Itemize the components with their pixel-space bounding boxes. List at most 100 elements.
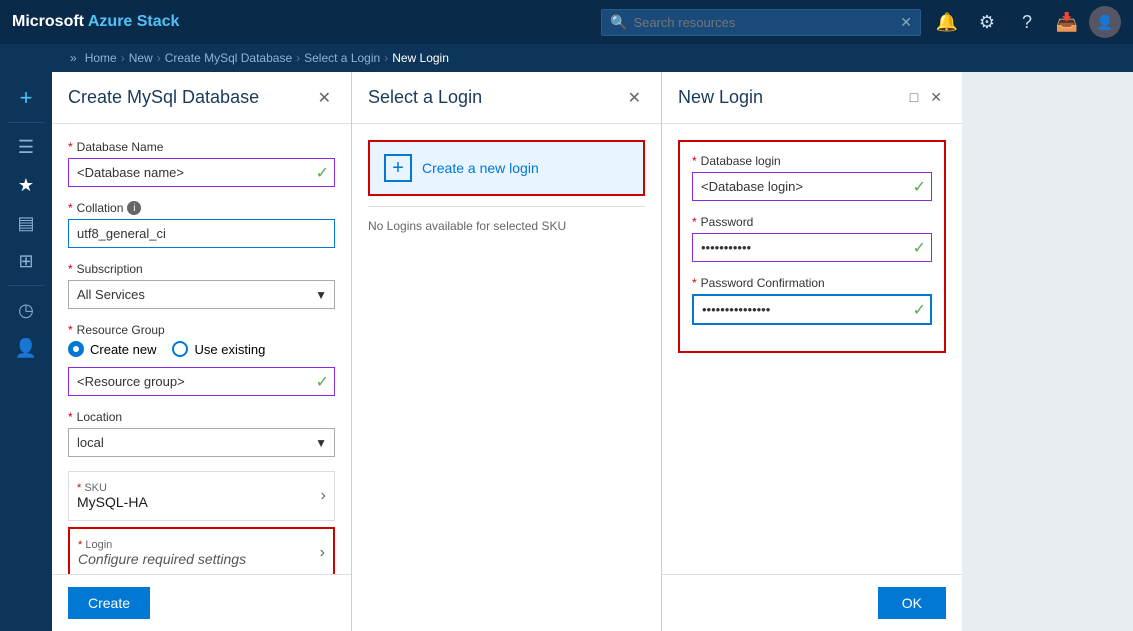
collation-info-icon[interactable]: i	[127, 201, 141, 215]
resource-group-radio-group: Create new Use existing	[68, 341, 335, 357]
sidebar-item-favorites[interactable]: ★	[8, 167, 44, 203]
location-select[interactable]: local	[68, 428, 335, 457]
create-button[interactable]: Create	[68, 587, 150, 619]
password-confirm-label: * Password Confirmation	[692, 276, 932, 290]
subscription-select[interactable]: All Services	[68, 280, 335, 309]
db-login-input[interactable]	[692, 172, 932, 201]
login-chevron-icon: ›	[320, 544, 325, 562]
subscription-group: * Subscription All Services ▼	[68, 262, 335, 309]
subscription-label: * Subscription	[68, 262, 335, 276]
feedback-icon[interactable]: 📥	[1049, 4, 1085, 40]
new-login-highlight-box: * Database login ✓ * Password	[678, 140, 946, 353]
resource-group-check-icon: ✓	[316, 372, 329, 392]
login-value: Configure required settings	[78, 551, 246, 567]
create-new-login-label: Create a new login	[422, 160, 539, 176]
password-group: * Password ✓	[692, 215, 932, 262]
panel-3-footer: OK	[662, 574, 962, 631]
sidebar-item-apps[interactable]: ⊞	[8, 243, 44, 279]
db-login-group: * Database login ✓	[692, 154, 932, 201]
database-name-group: * Database Name ✓	[68, 140, 335, 187]
password-confirm-input-wrapper: ✓	[692, 294, 932, 325]
collation-input-wrapper	[68, 219, 335, 248]
breadcrumb-create-mysql[interactable]: Create MySql Database	[165, 51, 292, 65]
panel-3-title: New Login	[678, 87, 763, 108]
search-input[interactable]	[633, 15, 900, 30]
password-confirm-check-icon: ✓	[913, 300, 926, 320]
sku-label: * SKU	[77, 482, 148, 494]
sidebar-item-menu[interactable]: ☰	[8, 129, 44, 165]
db-login-input-wrapper: ✓	[692, 172, 932, 201]
panel-1-body: * Database Name ✓ * Collation i	[52, 124, 351, 574]
panel-3-header-icons: □ ✕	[906, 87, 946, 108]
search-clear-icon[interactable]: ✕	[900, 14, 912, 31]
collation-input[interactable]	[68, 219, 335, 248]
sku-chevron-icon: ›	[321, 487, 326, 505]
panel-new-login: New Login □ ✕ * Database login	[662, 72, 962, 631]
sku-value: MySQL-HA	[77, 494, 148, 510]
breadcrumb-bar: » Home › New › Create MySql Database › S…	[0, 44, 1133, 72]
sidebar-item-user[interactable]: 👤	[8, 330, 44, 366]
search-box[interactable]: 🔍 ✕	[601, 9, 921, 36]
radio-use-existing[interactable]: Use existing	[172, 341, 265, 357]
database-name-input-wrapper: ✓	[68, 158, 335, 187]
panel-2-header: Select a Login ✕	[352, 72, 661, 124]
panel-3-maximize-icon[interactable]: □	[906, 87, 922, 108]
settings-icon[interactable]: ⚙	[969, 4, 1005, 40]
sidebar-divider-2	[8, 285, 44, 286]
password-check-icon: ✓	[913, 238, 926, 258]
resource-group-label: * Resource Group	[68, 323, 335, 337]
location-label: * Location	[68, 410, 335, 424]
ok-button[interactable]: OK	[878, 587, 946, 619]
panel-1-close-button[interactable]: ✕	[314, 84, 335, 112]
breadcrumb-new[interactable]: New	[129, 51, 153, 65]
panel-3-close-button[interactable]: ✕	[926, 87, 946, 108]
sidebar-add-button[interactable]: +	[8, 80, 44, 116]
login-label: * Login	[78, 539, 246, 551]
panel-2-title: Select a Login	[368, 87, 482, 108]
resource-group-input-wrapper: ✓	[68, 367, 335, 396]
password-confirm-input[interactable]	[692, 294, 932, 325]
subscription-select-wrapper: All Services ▼	[68, 280, 335, 309]
help-icon[interactable]: ?	[1009, 4, 1045, 40]
login-nav-item[interactable]: * Login Configure required settings ›	[68, 527, 335, 574]
radio-create-new-circle	[68, 341, 84, 357]
create-new-login-option[interactable]: + Create a new login	[368, 140, 645, 196]
sidebar-item-list[interactable]: ▤	[8, 205, 44, 241]
location-select-wrapper: local ▼	[68, 428, 335, 457]
panel-create-mysql: Create MySql Database ✕ * Database Name …	[52, 72, 352, 631]
database-name-input[interactable]	[68, 158, 335, 187]
panel-3-body: * Database login ✓ * Password	[662, 124, 962, 574]
password-input-wrapper: ✓	[692, 233, 932, 262]
database-name-label: * Database Name	[68, 140, 335, 154]
content-area: Create MySql Database ✕ * Database Name …	[52, 72, 1133, 631]
breadcrumb-select-login[interactable]: Select a Login	[304, 51, 380, 65]
search-icon: 🔍	[610, 14, 627, 31]
collation-group: * Collation i	[68, 201, 335, 248]
breadcrumb-expand[interactable]: »	[70, 51, 77, 65]
radio-create-new[interactable]: Create new	[68, 341, 156, 357]
db-login-check-icon: ✓	[913, 177, 926, 197]
panel-2-close-button[interactable]: ✕	[624, 84, 645, 112]
sidebar-item-clock[interactable]: ◷	[8, 292, 44, 328]
topbar: Microsoft Azure Stack 🔍 ✕ 🔔 ⚙ ? 📥 👤	[0, 0, 1133, 44]
breadcrumb-home[interactable]: Home	[85, 51, 117, 65]
no-logins-text: No Logins available for selected SKU	[368, 215, 645, 237]
sidebar: + ☰ ★ ▤ ⊞ ◷ 👤	[0, 72, 52, 631]
panel-3-header: New Login □ ✕	[662, 72, 962, 124]
panel-1-footer: Create	[52, 574, 351, 631]
plus-icon: +	[384, 154, 412, 182]
password-label: * Password	[692, 215, 932, 229]
sku-nav-item[interactable]: * SKU MySQL-HA ›	[68, 471, 335, 521]
panel-select-login: Select a Login ✕ + Create a new login No…	[352, 72, 662, 631]
avatar[interactable]: 👤	[1089, 6, 1121, 38]
panel-2-divider	[368, 206, 645, 207]
password-input[interactable]	[692, 233, 932, 262]
location-group: * Location local ▼	[68, 410, 335, 457]
notification-icon[interactable]: 🔔	[929, 4, 965, 40]
sidebar-divider-1	[8, 122, 44, 123]
resource-group-input[interactable]	[68, 367, 335, 396]
panel-2-body: + Create a new login No Logins available…	[352, 124, 661, 631]
resource-group-group: * Resource Group Create new Use existing	[68, 323, 335, 396]
panel-1-header: Create MySql Database ✕	[52, 72, 351, 124]
topbar-icons: 🔔 ⚙ ? 📥 👤	[929, 4, 1121, 40]
